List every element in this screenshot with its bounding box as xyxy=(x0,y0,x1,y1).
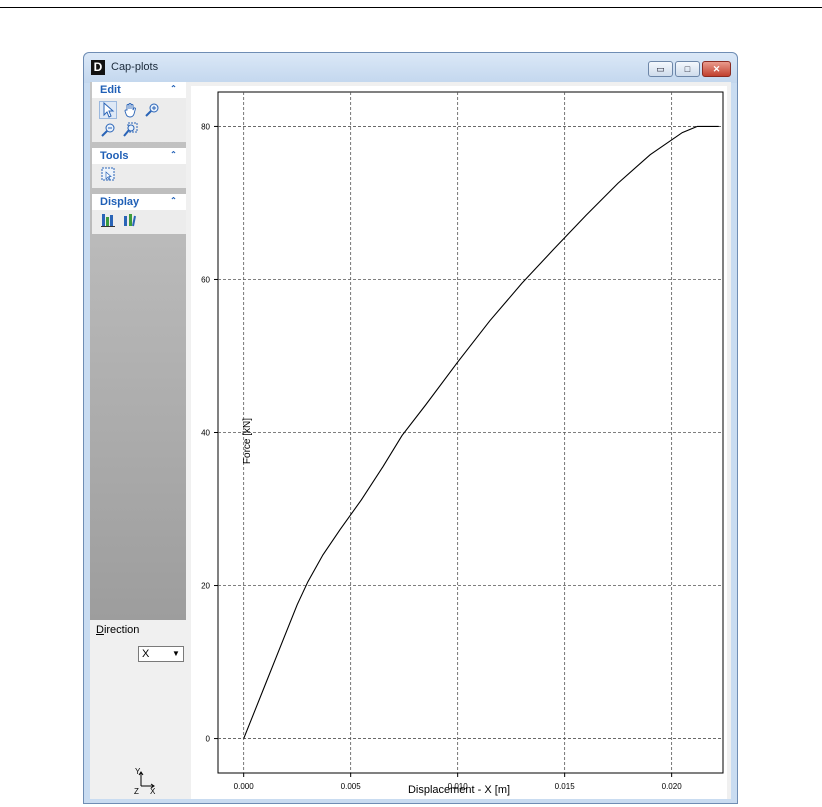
edit-panel: Edit ⌃ xyxy=(92,82,186,142)
client-area: Edit ⌃ Tools ⌃ Display ⌃ Direction X ▼ Y… xyxy=(90,82,731,799)
edit-panel-header[interactable]: Edit ⌃ xyxy=(92,82,186,98)
y-tick-label: 40 xyxy=(201,429,210,438)
pointer-icon[interactable] xyxy=(99,101,117,119)
plot-area[interactable]: 0.000 0.005 0.010 0.015 0.020 0 20 40 60 80 Force … xyxy=(191,86,727,799)
tools-panel-header[interactable]: Tools ⌃ xyxy=(92,148,186,164)
display-option-2-icon[interactable] xyxy=(121,211,139,229)
svg-text:X: X xyxy=(150,787,156,796)
y-tick-label: 20 xyxy=(201,582,210,591)
window-title: Cap-plots xyxy=(111,61,159,73)
y-tick-label: 80 xyxy=(201,122,210,131)
edit-panel-title: Edit xyxy=(100,84,121,96)
tools-panel-title: Tools xyxy=(100,150,129,162)
display-panel-header[interactable]: Display ⌃ xyxy=(92,194,186,210)
title-bar[interactable]: D Cap-plots ▭ □ ✕ xyxy=(84,53,737,83)
x-axis-label: Displacement - X [m] xyxy=(407,784,511,796)
force-displacement-chart: 0.000 0.005 0.010 0.015 0.020020406080Force … xyxy=(201,91,724,791)
direction-select-value: X xyxy=(142,648,150,660)
y-axis-label: Force [kN] xyxy=(242,418,253,464)
app-logo-icon: D xyxy=(91,60,105,75)
zoom-in-icon[interactable] xyxy=(143,101,161,119)
collapse-chevron-icon[interactable]: ⌃ xyxy=(168,150,179,161)
y-tick-label: 60 xyxy=(201,275,210,284)
maximize-button[interactable]: □ xyxy=(675,61,700,77)
select-region-icon[interactable] xyxy=(99,165,117,183)
chevron-down-icon[interactable]: ▼ xyxy=(170,648,182,660)
pan-hand-icon[interactable] xyxy=(121,101,139,119)
page-top-rule xyxy=(0,7,822,8)
zoom-out-icon[interactable] xyxy=(99,121,117,139)
minimize-button[interactable]: ▭ xyxy=(648,61,673,77)
svg-text:Y: Y xyxy=(135,767,141,776)
tools-panel: Tools ⌃ xyxy=(92,148,186,188)
collapse-chevron-icon[interactable]: ⌃ xyxy=(168,196,179,207)
zoom-extent-icon[interactable] xyxy=(121,121,139,139)
direction-label: Direction xyxy=(96,624,140,636)
collapse-chevron-icon[interactable]: ⌃ xyxy=(168,84,179,95)
display-option-1-icon[interactable] xyxy=(99,211,117,229)
direction-select[interactable]: X ▼ xyxy=(138,646,184,662)
sidebar: Edit ⌃ Tools ⌃ Display ⌃ Direction X ▼ Y… xyxy=(90,82,186,799)
cap-plots-window: D Cap-plots ▭ □ ✕ Edit ⌃ Tools ⌃ Display… xyxy=(83,52,738,804)
close-button[interactable]: ✕ xyxy=(702,61,731,77)
display-panel: Display ⌃ xyxy=(92,194,186,234)
svg-text:Z: Z xyxy=(134,787,139,796)
display-panel-title: Display xyxy=(100,196,140,208)
axes-orientation-icon: Y Z X xyxy=(128,766,158,796)
y-tick-label: 0 xyxy=(206,735,211,744)
